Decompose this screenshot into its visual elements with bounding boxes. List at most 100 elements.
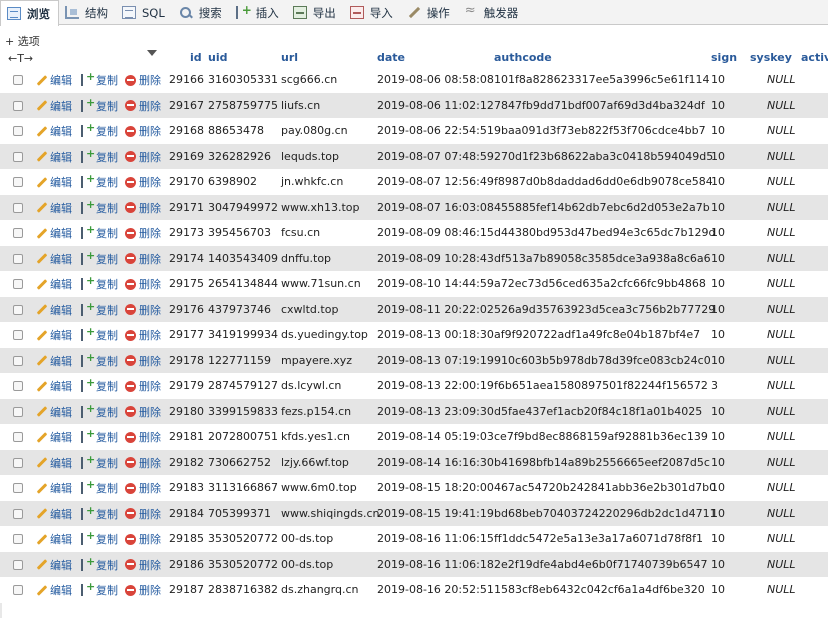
edit-link[interactable]: 编辑 — [36, 149, 72, 165]
tab-insert[interactable]: 插入 — [230, 0, 287, 25]
copy-link[interactable]: 复制 — [81, 147, 118, 165]
copy-link[interactable]: 复制 — [81, 402, 118, 420]
copy-link[interactable]: 复制 — [81, 70, 118, 88]
delete-link[interactable]: 删除 — [125, 557, 161, 573]
row-checkbox[interactable] — [13, 279, 23, 289]
row-checkbox[interactable] — [13, 406, 23, 417]
copy-link[interactable]: 复制 — [81, 121, 118, 139]
row-checkbox[interactable] — [13, 75, 23, 85]
row-checkbox[interactable] — [13, 304, 23, 315]
copy-link[interactable]: 复制 — [81, 555, 118, 573]
sort-dropdown-icon[interactable] — [147, 50, 157, 56]
column-header-authcode[interactable]: authcode — [494, 51, 552, 64]
row-checkbox[interactable] — [13, 228, 23, 238]
edit-link[interactable]: 编辑 — [36, 200, 72, 216]
row-checkbox[interactable] — [13, 253, 23, 264]
row-checkbox[interactable] — [13, 151, 23, 162]
delete-link[interactable]: 删除 — [125, 353, 161, 369]
column-header-syskey[interactable]: syskey — [750, 51, 792, 64]
row-checkbox[interactable] — [13, 202, 23, 213]
tab-operations[interactable]: 操作 — [401, 0, 458, 25]
edit-link[interactable]: 编辑 — [36, 404, 72, 420]
edit-link[interactable]: 编辑 — [36, 480, 72, 496]
edit-link[interactable]: 编辑 — [36, 123, 72, 139]
copy-link[interactable]: 复制 — [81, 580, 118, 598]
row-checkbox[interactable] — [13, 585, 23, 595]
copy-link[interactable]: 复制 — [81, 198, 118, 216]
tab-sql[interactable]: SQL — [116, 0, 173, 25]
row-checkbox[interactable] — [13, 177, 23, 187]
copy-link[interactable]: 复制 — [81, 504, 118, 522]
delete-link[interactable]: 删除 — [125, 123, 161, 139]
edit-link[interactable]: 编辑 — [36, 251, 72, 267]
edit-link[interactable]: 编辑 — [36, 378, 72, 394]
delete-link[interactable]: 删除 — [125, 225, 161, 241]
copy-link[interactable]: 复制 — [81, 223, 118, 241]
copy-link[interactable]: 复制 — [81, 453, 118, 471]
edit-link[interactable]: 编辑 — [36, 98, 72, 114]
delete-link[interactable]: 删除 — [125, 378, 161, 394]
row-checkbox[interactable] — [13, 381, 23, 391]
tab-triggers[interactable]: 触发器 — [458, 0, 527, 25]
delete-link[interactable]: 删除 — [125, 327, 161, 343]
row-checkbox[interactable] — [13, 100, 23, 111]
delete-link[interactable]: 删除 — [125, 72, 161, 88]
row-checkbox[interactable] — [13, 126, 23, 136]
copy-link[interactable]: 复制 — [81, 172, 118, 190]
edit-link[interactable]: 编辑 — [36, 225, 72, 241]
delete-link[interactable]: 删除 — [125, 404, 161, 420]
delete-link[interactable]: 删除 — [125, 480, 161, 496]
delete-link[interactable]: 删除 — [125, 302, 161, 318]
row-checkbox[interactable] — [13, 483, 23, 493]
delete-link[interactable]: 删除 — [125, 98, 161, 114]
column-move-arrows[interactable]: ←T→ — [8, 52, 33, 65]
delete-link[interactable]: 删除 — [125, 174, 161, 190]
column-header-url[interactable]: url — [281, 51, 298, 64]
delete-link[interactable]: 删除 — [125, 582, 161, 598]
copy-link[interactable]: 复制 — [81, 529, 118, 547]
edit-link[interactable]: 编辑 — [36, 557, 72, 573]
edit-link[interactable]: 编辑 — [36, 302, 72, 318]
row-checkbox[interactable] — [13, 457, 23, 468]
delete-link[interactable]: 删除 — [125, 200, 161, 216]
column-header-date[interactable]: date — [377, 51, 405, 64]
copy-link[interactable]: 复制 — [81, 274, 118, 292]
column-header-uid[interactable]: uid — [208, 51, 227, 64]
tab-structure[interactable]: 结构 — [59, 0, 116, 25]
edit-link[interactable]: 编辑 — [36, 174, 72, 190]
delete-link[interactable]: 删除 — [125, 531, 161, 547]
delete-link[interactable]: 删除 — [125, 149, 161, 165]
copy-link[interactable]: 复制 — [81, 376, 118, 394]
delete-link[interactable]: 删除 — [125, 506, 161, 522]
copy-link[interactable]: 复制 — [81, 478, 118, 496]
tab-search[interactable]: 搜索 — [173, 0, 230, 25]
row-checkbox[interactable] — [13, 534, 23, 544]
edit-link[interactable]: 编辑 — [36, 429, 72, 445]
copy-link[interactable]: 复制 — [81, 96, 118, 114]
delete-link[interactable]: 删除 — [125, 455, 161, 471]
delete-link[interactable]: 删除 — [125, 429, 161, 445]
column-header-sign[interactable]: sign — [711, 51, 737, 64]
copy-link[interactable]: 复制 — [81, 300, 118, 318]
edit-link[interactable]: 编辑 — [36, 506, 72, 522]
edit-link[interactable]: 编辑 — [36, 327, 72, 343]
row-checkbox[interactable] — [13, 559, 23, 570]
edit-link[interactable]: 编辑 — [36, 353, 72, 369]
copy-link[interactable]: 复制 — [81, 325, 118, 343]
tab-import[interactable]: 导入 — [344, 0, 401, 25]
tab-browse[interactable]: 浏览 — [0, 0, 59, 26]
row-checkbox[interactable] — [13, 432, 23, 442]
row-checkbox[interactable] — [13, 355, 23, 366]
column-header-id[interactable]: id — [190, 51, 202, 64]
edit-link[interactable]: 编辑 — [36, 455, 72, 471]
delete-link[interactable]: 删除 — [125, 251, 161, 267]
column-header-activ[interactable]: activ — [801, 51, 828, 64]
row-checkbox[interactable] — [13, 508, 23, 519]
delete-link[interactable]: 删除 — [125, 276, 161, 292]
copy-link[interactable]: 复制 — [81, 249, 118, 267]
copy-link[interactable]: 复制 — [81, 427, 118, 445]
copy-link[interactable]: 复制 — [81, 351, 118, 369]
edit-link[interactable]: 编辑 — [36, 582, 72, 598]
tab-export[interactable]: 导出 — [287, 0, 344, 25]
edit-link[interactable]: 编辑 — [36, 276, 72, 292]
